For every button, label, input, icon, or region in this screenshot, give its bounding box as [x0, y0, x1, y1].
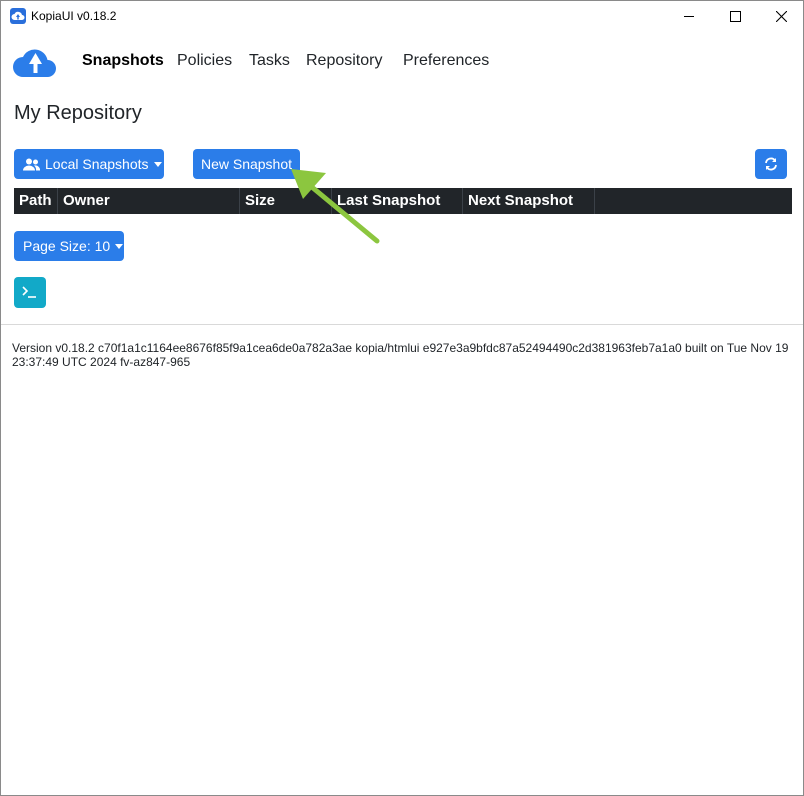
- page-size-label: Page Size: 10: [23, 238, 111, 254]
- annotation-arrow-icon: [291, 169, 380, 244]
- terminal-button[interactable]: [14, 277, 46, 308]
- terminal-icon: [22, 286, 36, 298]
- close-icon: [775, 10, 787, 22]
- version-info: Version v0.18.2 c70f1a1c1164ee8676f85f9a…: [12, 341, 789, 369]
- refresh-icon: [765, 157, 777, 171]
- kopia-app-icon: [10, 8, 26, 24]
- title-bar[interactable]: KopiaUI v0.18.2: [1, 1, 803, 31]
- nav-policies[interactable]: Policies: [177, 52, 232, 70]
- maximize-button[interactable]: [712, 1, 758, 31]
- app-window: KopiaUI v0.18.2 Snapshots Policies Tasks…: [0, 0, 804, 796]
- window-title: KopiaUI v0.18.2: [31, 9, 117, 23]
- caret-down-icon: [115, 243, 124, 249]
- nav-repository[interactable]: Repository: [306, 52, 382, 70]
- page-size-dropdown[interactable]: Page Size: 10: [14, 231, 124, 261]
- page-title: My Repository: [14, 102, 142, 124]
- snapshots-table-header: Path Owner Size Last Snapshot Next Snaps…: [14, 188, 792, 214]
- local-snapshots-label: Local Snapshots: [45, 156, 149, 172]
- nav-preferences[interactable]: Preferences: [403, 52, 489, 70]
- minimize-button[interactable]: [666, 1, 712, 31]
- column-header-owner[interactable]: Owner: [58, 188, 240, 214]
- minimize-icon: [683, 15, 694, 17]
- caret-down-icon: [153, 161, 162, 167]
- close-button[interactable]: [758, 1, 804, 31]
- nav-snapshots[interactable]: Snapshots: [82, 52, 164, 70]
- maximize-icon: [729, 10, 741, 22]
- column-header-path[interactable]: Path: [14, 188, 58, 214]
- kopia-logo-icon[interactable]: [12, 45, 58, 79]
- nav-tasks[interactable]: Tasks: [249, 52, 290, 70]
- footer-divider: [1, 324, 803, 325]
- refresh-button[interactable]: [755, 149, 787, 179]
- local-snapshots-dropdown[interactable]: Local Snapshots: [14, 149, 164, 179]
- column-header-next-snapshot[interactable]: Next Snapshot: [463, 188, 595, 214]
- users-icon: [23, 158, 40, 171]
